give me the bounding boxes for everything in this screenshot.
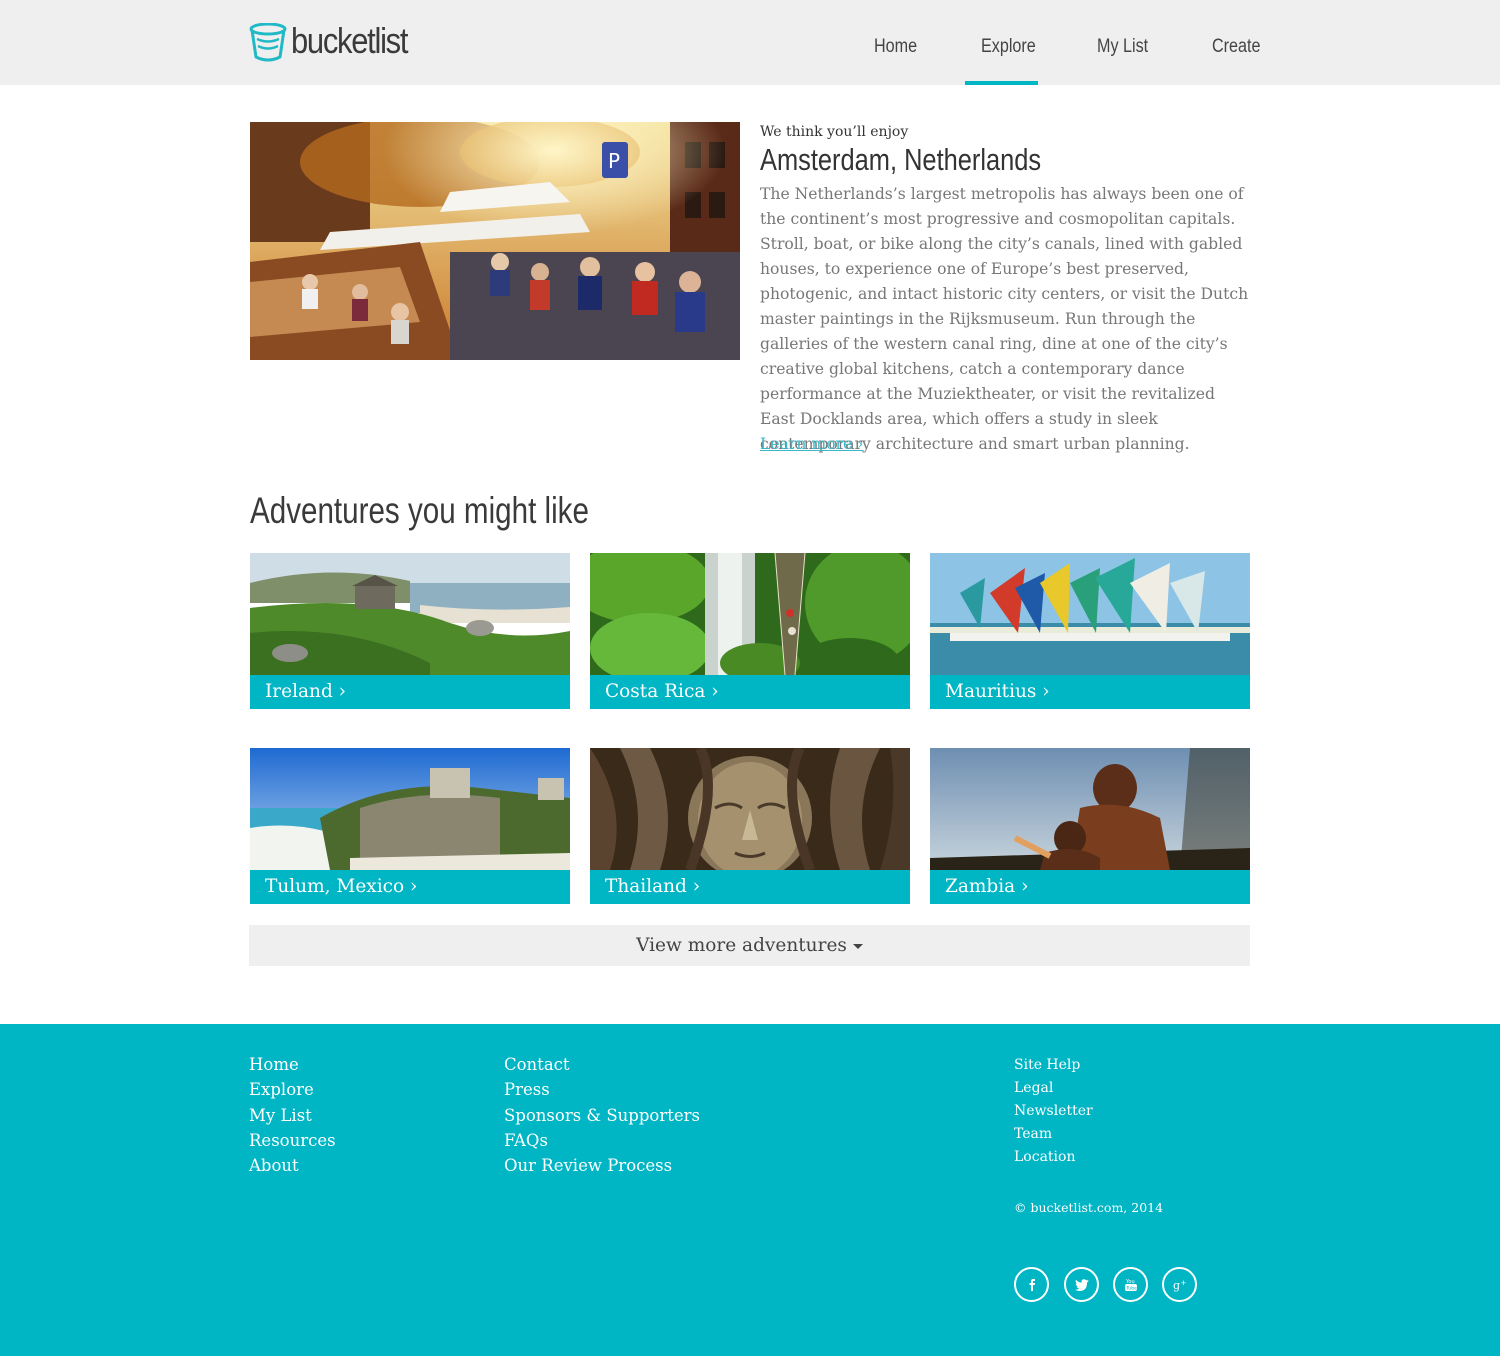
footer-link-my-list[interactable]: My List [249,1103,336,1128]
svg-text:P: P [608,149,620,173]
tulum-photo [250,748,570,870]
nav-home[interactable]: Home [874,36,917,66]
section-title: Adventures you might like [250,490,589,531]
footer-link-sponsors[interactable]: Sponsors & Supporters [504,1103,700,1128]
svg-text:Tube: Tube [1125,1285,1137,1291]
mauritius-photo [930,553,1250,675]
footer [0,1024,1500,1356]
feature-title: Amsterdam, Netherlands [760,142,1042,177]
caret-down-icon [852,943,863,949]
active-nav-indicator [965,81,1038,85]
footer-links-main: Home Explore My List Resources About [249,1052,336,1178]
card-label: Thailand › [590,870,910,904]
nav-create[interactable]: Create [1212,36,1260,66]
footer-link-newsletter[interactable]: Newsletter [1014,1100,1093,1123]
learn-more-link[interactable]: Learn more › [760,432,863,457]
ireland-photo [250,553,570,675]
footer-link-explore[interactable]: Explore [249,1077,336,1102]
nav-explore[interactable]: Explore [981,36,1036,66]
footer-link-faqs[interactable]: FAQs [504,1128,700,1153]
adventure-card-mauritius[interactable]: Mauritius › [930,553,1250,709]
card-label: Zambia › [930,870,1250,904]
thailand-photo [590,748,910,870]
card-label: Mauritius › [930,675,1250,709]
nav-my-list[interactable]: My List [1097,36,1148,66]
adventure-card-thailand[interactable]: Thailand › [590,748,910,904]
adventure-card-costa-rica[interactable]: Costa Rica › [590,553,910,709]
amsterdam-photo: P [250,122,740,360]
footer-link-home[interactable]: Home [249,1052,336,1077]
card-label: Tulum, Mexico › [250,870,570,904]
feature-kicker: We think you’ll enjoy [760,124,909,140]
costa-rica-photo [590,553,910,675]
footer-link-legal[interactable]: Legal [1014,1077,1093,1100]
twitter-icon[interactable] [1064,1267,1099,1302]
main-nav: Home Explore My List Create [0,0,1500,85]
footer-link-team[interactable]: Team [1014,1123,1093,1146]
adventure-card-tulum[interactable]: Tulum, Mexico › [250,748,570,904]
footer-link-about[interactable]: About [249,1153,336,1178]
card-label: Costa Rica › [590,675,910,709]
adventure-card-ireland[interactable]: Ireland › [250,553,570,709]
zambia-photo [930,748,1250,870]
google-plus-icon[interactable]: g + [1162,1267,1197,1302]
card-label: Ireland › [250,675,570,709]
view-more-label: View more adventures [636,935,847,956]
copyright: © bucketlist.com, 2014 [1014,1200,1164,1215]
footer-links-help: Site Help Legal Newsletter Team Location [1014,1054,1093,1169]
footer-link-site-help[interactable]: Site Help [1014,1054,1093,1077]
svg-text:g: g [1173,1279,1180,1292]
feature-description: The Netherlands’s largest metropolis has… [760,185,1249,453]
footer-links-info: Contact Press Sponsors & Supporters FAQs… [504,1052,700,1178]
svg-text:+: + [1180,1279,1186,1287]
footer-link-review-process[interactable]: Our Review Process [504,1153,700,1178]
top-bar: bucketlist Home Explore My List Create [0,0,1500,85]
footer-link-location[interactable]: Location [1014,1146,1093,1169]
facebook-icon[interactable] [1014,1267,1049,1302]
view-more-button[interactable]: View more adventures [249,925,1250,966]
adventure-card-zambia[interactable]: Zambia › [930,748,1250,904]
footer-link-press[interactable]: Press [504,1077,700,1102]
youtube-icon[interactable]: You Tube [1113,1267,1148,1302]
footer-link-resources[interactable]: Resources [249,1128,336,1153]
footer-link-contact[interactable]: Contact [504,1052,700,1077]
